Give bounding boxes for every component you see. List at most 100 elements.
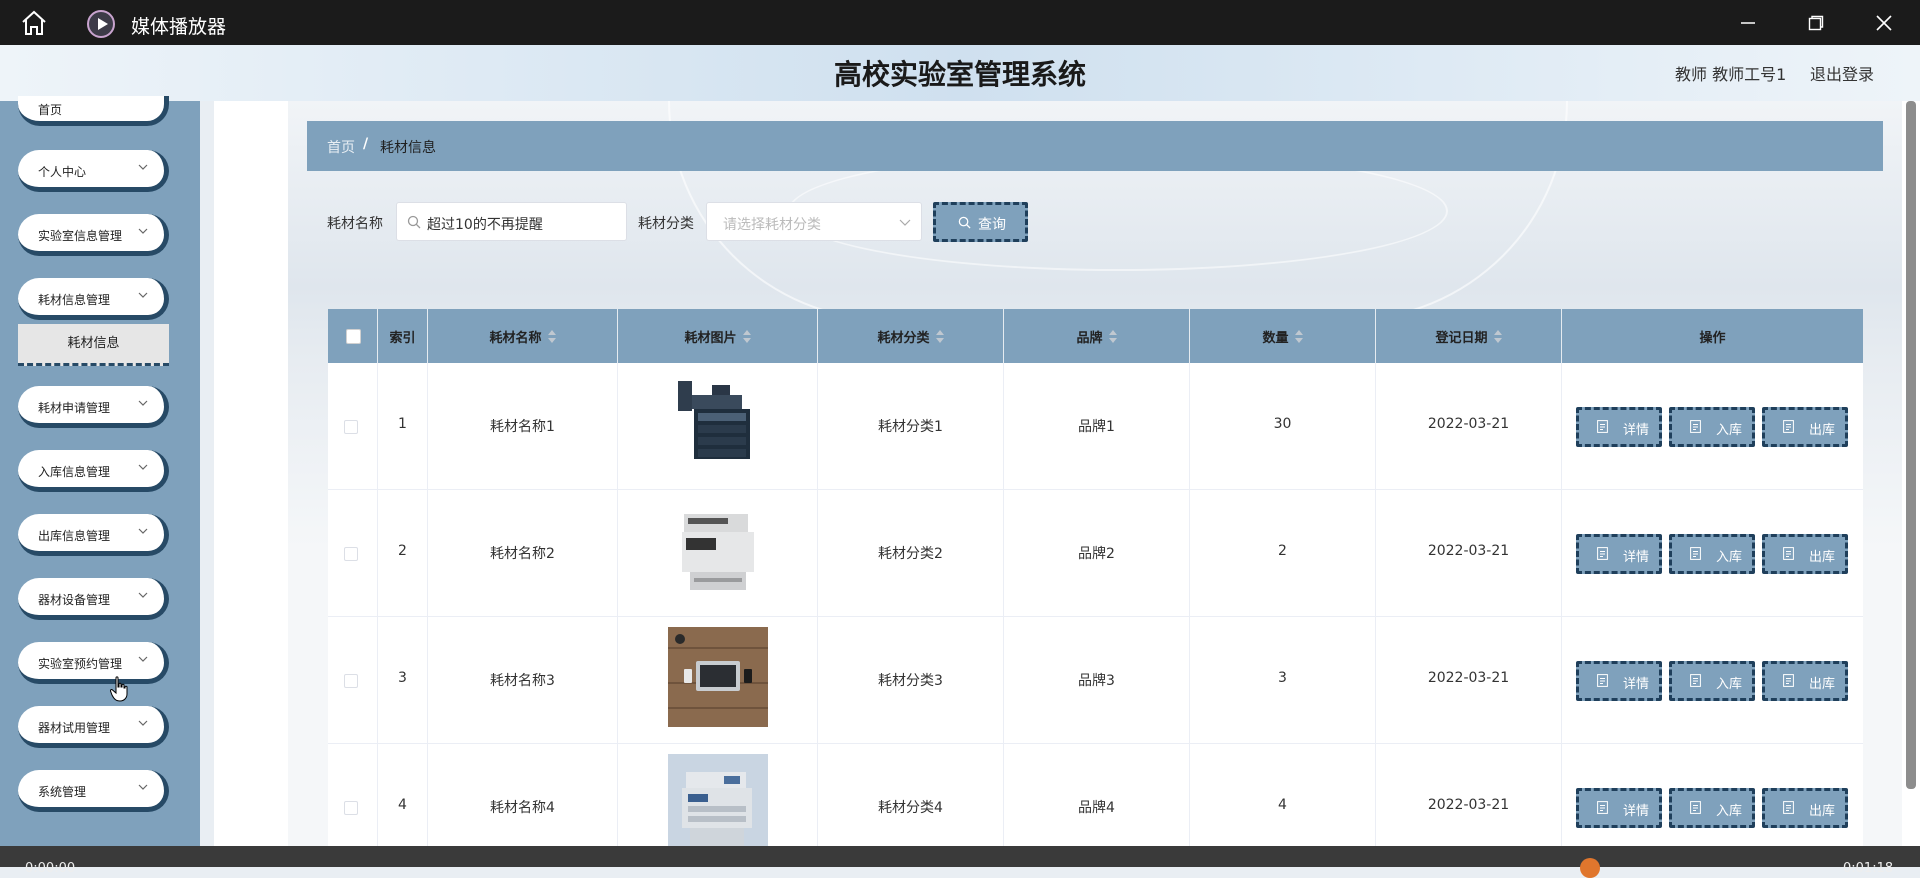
sidebar-item-stock-out[interactable]: 出库信息管理 <box>18 514 169 556</box>
document-icon <box>1783 674 1794 687</box>
stock-in-button[interactable]: 入库 <box>1669 788 1755 828</box>
header-image[interactable]: 耗材图片 <box>618 309 818 363</box>
row-checkbox[interactable] <box>344 420 358 434</box>
vertical-scrollbar[interactable] <box>1906 101 1916 789</box>
sort-icon[interactable] <box>1294 330 1303 344</box>
current-time: 0:00:00 <box>25 861 76 876</box>
sidebar-item-lab-reservation[interactable]: 实验室预约管理 <box>18 642 169 684</box>
query-button-label: 查询 <box>978 217 1006 233</box>
system-title: 高校实验室管理系统 <box>833 58 1086 91</box>
sort-icon[interactable] <box>1108 330 1117 344</box>
detail-button[interactable]: 详情 <box>1576 534 1662 574</box>
copier-image[interactable] <box>668 373 768 473</box>
stock-out-button[interactable]: 出库 <box>1762 788 1848 828</box>
printer-image[interactable] <box>668 500 768 600</box>
button-label: 入库 <box>1715 804 1742 819</box>
breadcrumb-separator: / <box>363 136 369 152</box>
document-icon <box>1783 420 1794 433</box>
row-index: 3 <box>398 670 407 686</box>
laptop-desk-image[interactable] <box>668 627 768 727</box>
media-player-icon <box>87 10 115 38</box>
stock-out-button[interactable]: 出库 <box>1762 534 1848 574</box>
sidebar-item-home[interactable]: 首页 <box>18 96 169 126</box>
sidebar-item-equipment[interactable]: 器材设备管理 <box>18 578 169 620</box>
home-icon[interactable] <box>20 10 50 36</box>
sidebar-item-stock-in[interactable]: 入库信息管理 <box>18 450 169 492</box>
volume-knob[interactable] <box>1580 858 1600 878</box>
row-quantity: 30 <box>1273 416 1292 432</box>
button-label: 出库 <box>1808 550 1835 565</box>
row-checkbox[interactable] <box>344 801 358 815</box>
row-date: 2022-03-21 <box>1427 670 1510 686</box>
table-row: 1 耗材名称1 耗材分类1 品牌1 30 2022-03-21 详情 入库 出库 <box>328 363 1863 490</box>
stock-out-button[interactable]: 出库 <box>1762 407 1848 447</box>
query-button[interactable]: 查询 <box>933 202 1028 242</box>
system-header: 高校实验室管理系统 教师 教师工号1 退出登录 <box>0 45 1920 101</box>
table-row: 2 耗材名称2 耗材分类2 品牌2 2 2022-03-21 详情 入库 出库 <box>328 490 1863 617</box>
consumables-table: 索引 耗材名称 耗材图片 耗材分类 品牌 数量 登记日期 操作 1 耗材名称1 … <box>328 309 1863 846</box>
sidebar-subitem-consumable-info[interactable]: 耗材信息 <box>18 324 169 366</box>
restore-icon[interactable] <box>1794 8 1838 38</box>
header-label: 操作 <box>1699 331 1726 346</box>
sort-icon[interactable] <box>1493 330 1502 344</box>
row-checkbox[interactable] <box>344 547 358 561</box>
breadcrumb-home[interactable]: 首页 <box>327 137 355 157</box>
chevron-down-icon <box>138 164 148 170</box>
button-label: 入库 <box>1715 423 1742 438</box>
logout-link[interactable]: 退出登录 <box>1810 61 1874 85</box>
name-search-input[interactable]: 超过10的不再提醒 <box>396 202 627 241</box>
detail-button[interactable]: 详情 <box>1576 407 1662 447</box>
document-icon <box>1690 801 1701 814</box>
sort-icon[interactable] <box>742 330 751 344</box>
row-name: 耗材名称1 <box>490 419 555 435</box>
sidebar-item-consumable-info[interactable]: 耗材信息管理 <box>18 278 169 320</box>
row-name: 耗材名称3 <box>490 673 555 689</box>
sidebar-item-consumable-request[interactable]: 耗材申请管理 <box>18 386 169 428</box>
stock-out-button[interactable]: 出库 <box>1762 661 1848 701</box>
large-copier-image[interactable] <box>668 754 768 846</box>
sidebar-item-equipment-trial[interactable]: 器材试用管理 <box>18 706 169 748</box>
sidebar-item-lab-info[interactable]: 实验室信息管理 <box>18 214 169 256</box>
chevron-down-icon <box>138 720 148 726</box>
header-category[interactable]: 耗材分类 <box>818 309 1004 363</box>
button-label: 入库 <box>1715 550 1742 565</box>
stock-in-button[interactable]: 入库 <box>1669 534 1755 574</box>
header-quantity[interactable]: 数量 <box>1190 309 1376 363</box>
row-checkbox[interactable] <box>344 674 358 688</box>
button-label: 详情 <box>1622 677 1649 692</box>
chevron-down-icon <box>138 592 148 598</box>
document-icon <box>1597 801 1608 814</box>
user-info: 教师 教师工号1 <box>1675 65 1787 84</box>
header-label: 品牌 <box>1076 331 1103 346</box>
sidebar-item-personal-center[interactable]: 个人中心 <box>18 150 169 192</box>
name-search-value: 超过10的不再提醒 <box>427 217 543 233</box>
stock-in-button[interactable]: 入库 <box>1669 407 1755 447</box>
button-label: 出库 <box>1808 423 1835 438</box>
header-brand[interactable]: 品牌 <box>1004 309 1190 363</box>
close-icon[interactable] <box>1862 8 1906 38</box>
minimize-icon[interactable] <box>1726 8 1770 38</box>
select-all-checkbox[interactable] <box>346 329 361 344</box>
category-select[interactable]: 请选择耗材分类 <box>706 202 922 241</box>
category-filter-label: 耗材分类 <box>638 216 694 232</box>
table-row: 3 耗材名称3 耗材分类3 品牌3 3 2022-03-21 详情 入库 出库 <box>328 617 1863 744</box>
table-row: 4 耗材名称4 耗材分类4 品牌4 4 2022-03-21 详情 入库 出库 <box>328 744 1863 846</box>
chevron-down-icon <box>138 656 148 662</box>
header-actions: 操作 <box>1562 309 1863 363</box>
detail-button[interactable]: 详情 <box>1576 788 1662 828</box>
stock-in-button[interactable]: 入库 <box>1669 661 1755 701</box>
sidebar-item-label: 出库信息管理 <box>38 529 111 543</box>
document-icon <box>1783 801 1794 814</box>
sidebar-item-label: 器材试用管理 <box>38 721 111 735</box>
header-name[interactable]: 耗材名称 <box>428 309 618 363</box>
category-select-placeholder: 请选择耗材分类 <box>723 217 821 233</box>
sort-icon[interactable] <box>935 330 944 344</box>
sidebar-item-system[interactable]: 系统管理 <box>18 770 169 812</box>
sort-icon[interactable] <box>547 330 556 344</box>
search-icon <box>958 216 971 229</box>
header-date[interactable]: 登记日期 <box>1376 309 1562 363</box>
sidebar-item-label: 入库信息管理 <box>38 465 111 479</box>
chevron-down-icon <box>899 219 911 226</box>
detail-button[interactable]: 详情 <box>1576 661 1662 701</box>
header-label: 数量 <box>1262 331 1289 346</box>
